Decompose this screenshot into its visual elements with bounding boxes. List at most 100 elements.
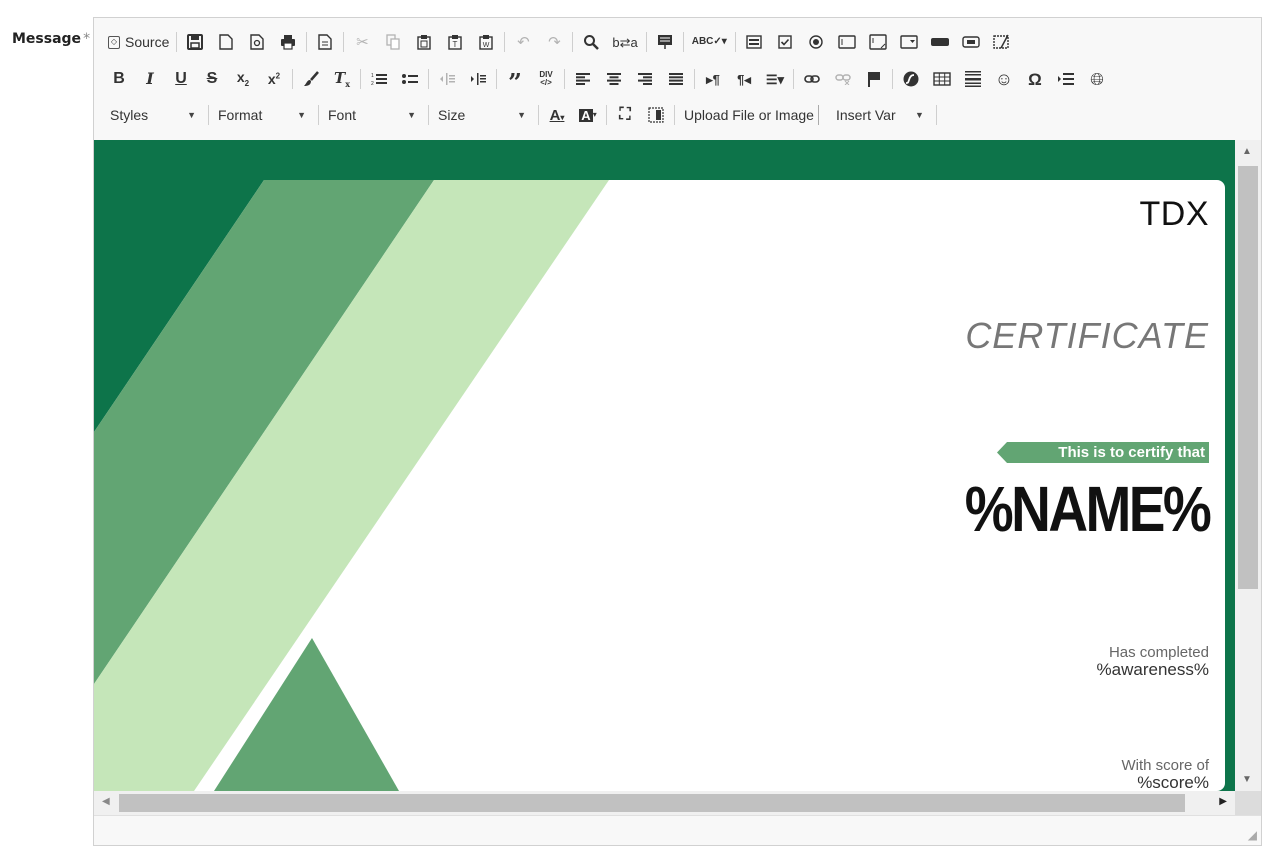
styles-dropdown[interactable]: Styles ▼ <box>106 103 202 127</box>
print-button[interactable] <box>275 29 301 55</box>
flash-button[interactable] <box>898 66 924 92</box>
bold-button[interactable]: B <box>106 66 132 92</box>
show-blocks-button[interactable] <box>643 102 669 128</box>
text-color-button[interactable]: A▾ <box>544 102 570 128</box>
smiley-button[interactable]: ☺ <box>991 66 1017 92</box>
form-icon <box>746 35 762 49</box>
scroll-down-icon[interactable]: ▼ <box>1242 774 1252 785</box>
justify-button[interactable] <box>663 66 689 92</box>
subscript-button[interactable]: x2 <box>230 66 256 92</box>
redo-button[interactable]: ↷ <box>541 29 567 55</box>
strikethrough-button[interactable]: S <box>199 66 225 92</box>
rich-text-editor: ◇ Source ✂ T W ↶ ↷ b⇄a ABC✓▾ B I U S x2 … <box>93 17 1262 846</box>
svg-text:1: 1 <box>371 73 374 79</box>
align-left-button[interactable] <box>570 66 596 92</box>
outdent-icon <box>439 72 455 86</box>
underline-button[interactable]: U <box>168 66 194 92</box>
vertical-scroll-thumb[interactable] <box>1238 166 1258 589</box>
background-color-icon: A <box>579 107 593 123</box>
select-field-button[interactable] <box>896 29 922 55</box>
background-color-button[interactable]: A ▾ <box>575 102 601 128</box>
upload-file-button[interactable]: Upload File or Image <box>680 102 818 128</box>
size-dropdown[interactable]: Size ▼ <box>434 103 532 127</box>
toolbar-row-3: Styles ▼ Format ▼ Font ▼ Size ▼ A▾ A▾ ⛶ <box>106 101 942 129</box>
radio-button[interactable] <box>803 29 829 55</box>
checkbox-button[interactable] <box>772 29 798 55</box>
separator <box>504 32 506 52</box>
scroll-up-icon[interactable]: ▲ <box>1242 146 1252 157</box>
bulleted-list-button[interactable] <box>397 66 423 92</box>
paste-text-button[interactable]: T <box>442 29 468 55</box>
image-button-field-button[interactable] <box>958 29 984 55</box>
select-all-button[interactable] <box>652 29 678 55</box>
iframe-button[interactable]: 🌐︎ <box>1084 66 1110 92</box>
unlink-button[interactable] <box>830 66 856 92</box>
unlink-icon <box>835 73 851 85</box>
completed-label: Has completed <box>1108 644 1209 661</box>
textfield-icon <box>838 35 856 49</box>
font-dropdown[interactable]: Font ▼ <box>324 103 422 127</box>
ltr-button[interactable]: ▸¶ <box>700 66 726 92</box>
textarea-button[interactable] <box>865 29 891 55</box>
maximize-button[interactable]: ⛶ <box>612 102 638 128</box>
italic-button[interactable]: I <box>137 66 163 92</box>
table-button[interactable] <box>929 66 955 92</box>
editor-content-area[interactable]: TDX CERTIFICATE This is to certify that … <box>94 140 1235 791</box>
scroll-right-icon[interactable]: ▶ <box>1219 796 1227 807</box>
new-page-button[interactable] <box>213 29 239 55</box>
undo-button[interactable]: ↶ <box>510 29 536 55</box>
flash-icon <box>903 71 919 87</box>
insert-var-dropdown[interactable]: Insert Var ▼ <box>824 103 930 127</box>
numbered-list-button[interactable]: 12 <box>366 66 392 92</box>
resize-handle-icon[interactable]: ◢ <box>1248 828 1257 842</box>
align-center-button[interactable] <box>601 66 627 92</box>
copy-format-button[interactable] <box>298 66 324 92</box>
paste-button[interactable] <box>411 29 437 55</box>
copy-icon <box>386 34 401 50</box>
indent-button[interactable] <box>465 66 491 92</box>
find-button[interactable] <box>578 29 604 55</box>
flag-icon <box>867 71 881 87</box>
spellcheck-button[interactable]: ABC✓▾ <box>689 29 730 55</box>
globe-icon: 🌐︎ <box>1090 69 1104 89</box>
link-button[interactable] <box>799 66 825 92</box>
spellcheck-icon: ABC✓▾ <box>691 36 727 47</box>
copy-button[interactable] <box>380 29 406 55</box>
replace-button[interactable]: b⇄a <box>609 29 640 55</box>
horizontal-line-icon <box>965 71 981 87</box>
cut-button[interactable]: ✂ <box>349 29 375 55</box>
rtl-button[interactable]: ¶◂ <box>731 66 757 92</box>
separator <box>428 69 429 89</box>
superscript-button[interactable]: x2 <box>261 66 287 92</box>
source-button[interactable]: ◇ Source <box>106 29 171 55</box>
horizontal-scroll-thumb[interactable] <box>119 794 1185 812</box>
templates-button[interactable] <box>312 29 338 55</box>
preview-button[interactable] <box>244 29 270 55</box>
outdent-button[interactable] <box>434 66 460 92</box>
styles-label: Styles <box>110 107 149 123</box>
format-dropdown[interactable]: Format ▼ <box>214 103 312 127</box>
save-button[interactable] <box>182 29 208 55</box>
special-char-button[interactable]: Ω <box>1022 66 1048 92</box>
separator <box>318 105 319 125</box>
anchor-button[interactable] <box>861 66 887 92</box>
page-break-button[interactable] <box>1053 66 1079 92</box>
horizontal-line-button[interactable] <box>960 66 986 92</box>
button-field-button[interactable] <box>927 29 953 55</box>
scroll-left-icon[interactable]: ◀ <box>102 796 110 807</box>
form-button[interactable] <box>741 29 767 55</box>
separator <box>645 32 647 52</box>
svg-text:W: W <box>483 42 490 49</box>
remove-format-button[interactable]: Tx <box>329 66 355 92</box>
blockquote-button[interactable]: ” <box>502 66 528 95</box>
vertical-scrollbar[interactable]: ▲ ▼ <box>1235 140 1261 791</box>
hidden-field-button[interactable] <box>989 29 1015 55</box>
image-button-icon <box>962 36 980 48</box>
paste-word-button[interactable]: W <box>473 29 499 55</box>
create-div-button[interactable]: DIV </> <box>533 66 559 92</box>
completed-value: %awareness% <box>1096 660 1209 679</box>
language-button[interactable]: ☰▾ <box>762 66 788 92</box>
align-right-button[interactable] <box>632 66 658 92</box>
horizontal-scrollbar[interactable]: ◀ ▶ <box>94 791 1235 815</box>
textfield-button[interactable] <box>834 29 860 55</box>
